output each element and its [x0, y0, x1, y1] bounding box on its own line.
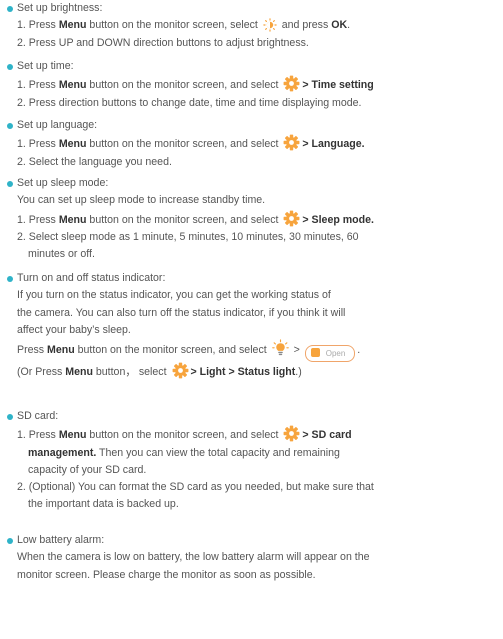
menu-label: Menu [58, 429, 87, 442]
section-brightness: Set up brightness: 1. Press Menu button … [7, 0, 501, 52]
gear-icon [283, 425, 300, 442]
bullet-dot [7, 276, 13, 282]
bullet-dot [7, 538, 13, 544]
section-title: Low battery alarm: [17, 534, 105, 546]
section-language: Set up language: 1. Press Menu button on… [7, 117, 501, 171]
section-status-indicator: Turn on and off status indicator: If you… [7, 270, 501, 381]
step-line-continued: capacity of your SD card. [28, 463, 147, 476]
paragraph-line: the camera. You can also turn off the st… [17, 306, 346, 319]
bullet-dot [7, 414, 13, 420]
menu-label: Menu [58, 213, 87, 226]
section-title: Set up brightness: [17, 2, 103, 14]
gear-icon [172, 362, 188, 379]
bullet-item: Turn on and off status indicator: [7, 270, 501, 287]
bullet-dot [7, 181, 13, 187]
bullet-dot [7, 64, 13, 70]
section-title: Set up sleep mode: [17, 177, 109, 189]
step-line: 2. Press direction buttons to change dat… [17, 96, 362, 109]
setting-path: > Sleep mode. [302, 213, 374, 226]
section-low-battery: Low battery alarm: When the camera is lo… [7, 532, 501, 584]
paragraph-line: When the camera is low on battery, the l… [17, 551, 370, 564]
status-light-toggle-pill: Open [304, 345, 356, 363]
bullet-item: Set up time: [7, 58, 501, 75]
section-title: Set up time: [17, 60, 74, 72]
gear-icon [283, 75, 300, 92]
ok-label: OK [331, 19, 348, 32]
paragraph-line: If you turn on the status indicator, you… [17, 289, 331, 302]
section-title: SD card: [17, 410, 59, 422]
bullet-item: Set up sleep mode: [7, 175, 501, 192]
section-time: Set up time: 1. Press Menu button on the… [7, 58, 501, 112]
section-title: Set up language: [17, 119, 98, 131]
step-line-continued: management. Then you can view the total … [28, 446, 340, 459]
step-line-continued: minutes or off. [28, 248, 95, 261]
section-title: Turn on and off status indicator: [17, 272, 166, 284]
menu-label: Menu [58, 138, 87, 151]
bullet-dot [7, 123, 13, 129]
brightness-icon [263, 18, 277, 33]
step-line: 1. Press Menu button on the monitor scre… [7, 75, 501, 94]
step-line: 1. Press Menu button on the monitor scre… [7, 210, 501, 229]
menu-label: Menu [65, 366, 93, 379]
light-bulb-icon [271, 339, 289, 356]
bullet-item: Set up brightness: [7, 0, 501, 17]
step-line: 1. Press Menu button on the monitor scre… [7, 134, 501, 153]
gear-icon [283, 210, 300, 227]
section-sd-card: SD card: 1. Press Menu button on the mon… [7, 408, 501, 514]
step-line-continued: the important data is backed up. [28, 498, 179, 511]
menu-label: Menu [58, 79, 87, 92]
menu-label: Menu [47, 344, 75, 357]
bullet-item: SD card: [7, 408, 501, 425]
paragraph-line: affect your baby’s sleep. [17, 323, 131, 336]
intro-line: You can set up sleep mode to increase st… [17, 194, 266, 207]
step-line: Press Menu button on the monitor screen,… [7, 339, 501, 363]
step-line: 2. Select the language you need. [17, 155, 172, 168]
step-line: (Or Press Menu button， select > Light > … [7, 362, 501, 381]
bullet-item: Low battery alarm: [7, 532, 501, 549]
menu-label: Menu [58, 19, 87, 32]
setting-path: > Light > Status light [190, 366, 296, 379]
step-line: 2. (Optional) You can format the SD card… [17, 481, 374, 494]
step-line: 1. Press Menu button on the monitor scre… [17, 18, 351, 33]
step-line: 2. Press UP and DOWN direction buttons t… [17, 36, 309, 49]
setting-path: > Time setting [302, 79, 374, 92]
paragraph-line: monitor screen. Please charge the monito… [17, 568, 316, 581]
section-sleep-mode: Set up sleep mode: You can set up sleep … [7, 175, 501, 263]
bullet-dot [7, 6, 13, 12]
pill-label: Open [325, 349, 346, 359]
step-line: 1. Press Menu button on the monitor scre… [7, 425, 501, 444]
toggle-icon [310, 348, 320, 358]
step-line: 2. Select sleep mode as 1 minute, 5 minu… [17, 230, 359, 243]
setting-path: > Language. [302, 138, 365, 151]
setting-path: > SD card [302, 429, 352, 442]
gear-icon [283, 134, 300, 151]
bullet-item: Set up language: [7, 117, 501, 134]
